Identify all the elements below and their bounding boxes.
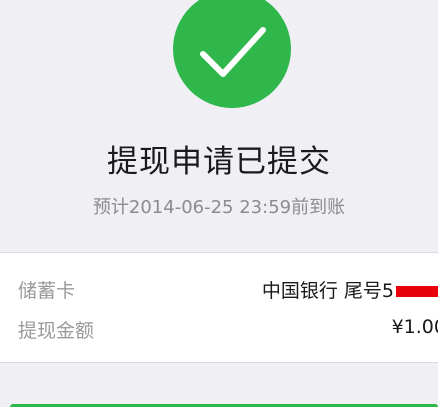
card-value: 中国银行 尾号5 (262, 276, 438, 303)
detail-row-amount: 提现金额 ¥1.00 (0, 316, 438, 352)
detail-row-card: 储蓄卡 中国银行 尾号5 (0, 276, 438, 312)
card-label: 储蓄卡 (18, 280, 76, 302)
bottom-spacer (0, 363, 438, 404)
checkmark-icon (173, 0, 291, 108)
redaction-mark (396, 286, 438, 297)
status-header: 提现申请已提交 预计2014-06-25 23:59前到账 (0, 0, 438, 252)
amount-value: ¥1.00 (391, 316, 438, 338)
amount-label: 提现金额 (18, 320, 95, 342)
details-card: 储蓄卡 中国银行 尾号5 提现金额 ¥1.00 (0, 253, 438, 362)
card-value-text: 中国银行 尾号5 (261, 280, 394, 302)
status-title: 提现申请已提交 (107, 144, 331, 180)
status-subtitle: 预计2014-06-25 23:59前到账 (92, 197, 346, 218)
